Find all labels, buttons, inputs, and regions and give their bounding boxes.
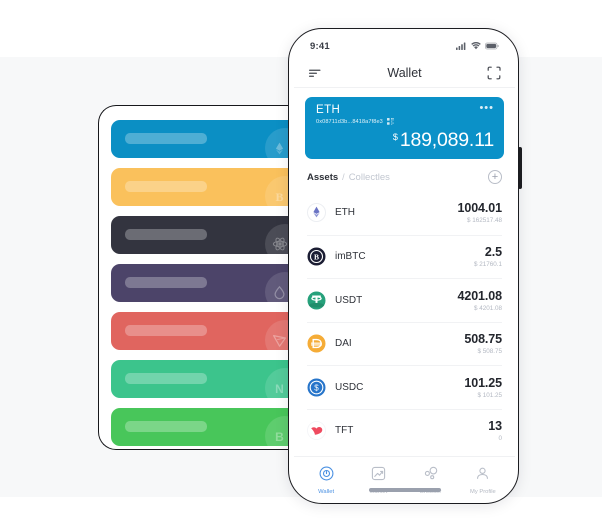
balance-symbol: ETH	[316, 104, 341, 116]
qr-copy-icon[interactable]	[386, 118, 394, 125]
balance-more-button[interactable]: •••	[479, 103, 494, 114]
tft-icon	[307, 421, 326, 441]
asset-name: USDC	[335, 381, 364, 393]
status-bar: 9:41	[294, 34, 515, 58]
balance-address-row[interactable]: 0x08711d3b...8418a7f8e3	[316, 118, 494, 125]
card-stack-list: BNBL	[111, 120, 296, 449]
asset-row[interactable]: DAI 508.75 $ 508.75	[307, 321, 502, 366]
scan-icon[interactable]	[487, 66, 501, 80]
status-time: 9:41	[310, 40, 330, 52]
assets-tab-bar: Assets / Collectles +	[294, 159, 515, 191]
profile-icon	[475, 466, 490, 486]
asset-row[interactable]: TFT 13 0	[307, 408, 502, 453]
asset-values: 101.25 $ 101.25	[464, 376, 502, 399]
asset-values: 4201.08 $ 4201.08	[458, 289, 503, 312]
svg-text:N: N	[275, 382, 284, 396]
skeleton-bar	[125, 421, 207, 432]
asset-amount: 1004.01	[457, 201, 503, 216]
asset-row[interactable]: USDT 4201.08 $ 4201.08	[307, 278, 502, 322]
skeleton-bar	[125, 373, 207, 384]
asset-values: 508.75 $ 508.75	[464, 332, 502, 355]
dai-icon	[307, 334, 326, 353]
skeleton-bar	[125, 325, 207, 336]
asset-row[interactable]: BimBTC 2.5 $ 21760.1	[307, 234, 502, 279]
tab-collectibles[interactable]: Collectles	[349, 172, 390, 183]
tab-assets[interactable]: Assets	[307, 172, 338, 183]
usdt-icon	[307, 291, 326, 310]
asset-amount: 4201.08	[457, 288, 503, 303]
imbtc-icon: B	[307, 247, 326, 266]
skeleton-card[interactable]	[111, 216, 296, 254]
balance-currency-symbol: $	[392, 132, 398, 142]
skeleton-bar	[125, 229, 207, 240]
skeleton-card[interactable]	[111, 120, 296, 158]
screenshot-stage: BNBL 9:41	[0, 0, 602, 532]
nav-item-my-profile[interactable]: My Profile	[457, 466, 509, 495]
skeleton-card[interactable]	[111, 264, 296, 302]
asset-fiat-value: $ 162517.48	[466, 217, 502, 225]
asset-values: 2.5 $ 21760.1	[474, 245, 502, 268]
svg-text:$: $	[314, 383, 319, 392]
balance-amount-row: $ 189,089.11	[393, 129, 494, 152]
svg-text:B: B	[275, 430, 284, 444]
card-stack-panel: BNBL	[98, 105, 296, 450]
asset-fiat-value: $ 21760.1	[473, 261, 502, 269]
wifi-icon	[471, 42, 481, 50]
asset-name: ETH	[335, 207, 355, 219]
browser-icon	[423, 466, 438, 486]
skeleton-card[interactable]	[111, 312, 296, 350]
page-title: Wallet	[387, 65, 422, 80]
nav-item-wallet[interactable]: Wallet	[300, 466, 352, 495]
usdc-icon: $	[307, 378, 326, 397]
phone-side-button[interactable]	[517, 147, 522, 189]
asset-list: ETH 1004.01 $ 162517.48 BimBTC 2.5 $ 21760.1 U…	[294, 191, 515, 456]
wallet-address: 0x08711d3b...8418a7f8e3	[316, 118, 383, 125]
phone-screen: 9:41 Wallet ETH 0x08711d3b...8418a7f8e3 …	[294, 34, 515, 500]
asset-row[interactable]: ETH 1004.01 $ 162517.48	[307, 191, 502, 235]
balance-amount: 189,089.11	[399, 129, 494, 151]
signal-icon	[456, 42, 466, 50]
asset-name: imBTC	[335, 251, 366, 263]
asset-amount: 2.5	[484, 245, 502, 260]
asset-fiat-value: $ 101.25	[477, 391, 502, 399]
asset-amount: 508.75	[464, 332, 502, 347]
asset-name: DAI	[335, 338, 352, 350]
svg-text:B: B	[314, 253, 319, 262]
wallet-icon	[319, 466, 334, 486]
skeleton-bar	[125, 181, 207, 192]
market-icon	[371, 466, 386, 486]
nav-label: Wallet	[318, 489, 335, 495]
status-icons	[456, 42, 499, 50]
asset-values: 1004.01 $ 162517.48	[458, 201, 503, 224]
nav-label: My Profile	[469, 489, 496, 495]
skeleton-card[interactable]: B	[111, 168, 296, 206]
asset-values: 13 0	[488, 419, 502, 442]
app-header: Wallet	[294, 58, 515, 88]
skeleton-bar	[125, 277, 207, 288]
asset-name: USDT	[335, 294, 363, 306]
bottom-nav: Wallet Market Browser My Profile	[294, 456, 515, 500]
balance-card[interactable]: ETH 0x08711d3b...8418a7f8e3 ••• $ 189,08…	[305, 97, 504, 159]
skeleton-bar	[125, 133, 207, 144]
asset-fiat-value: $ 4201.08	[473, 304, 502, 312]
asset-fiat-value: 0	[498, 435, 502, 443]
add-token-button[interactable]: +	[488, 170, 502, 184]
asset-name: TFT	[335, 425, 354, 437]
skeleton-card[interactable]: B	[111, 408, 296, 446]
asset-row[interactable]: $ USDC 101.25 $ 101.25	[307, 365, 502, 409]
eth-icon	[307, 203, 326, 223]
asset-amount: 101.25	[464, 375, 502, 390]
battery-icon	[485, 42, 499, 50]
home-indicator	[368, 488, 441, 492]
skeleton-card[interactable]: N	[111, 360, 296, 398]
tab-separator: /	[342, 172, 345, 182]
phone-mockup: 9:41 Wallet ETH 0x08711d3b...8418a7f8e3 …	[288, 28, 522, 504]
asset-fiat-value: $ 508.75	[477, 348, 502, 356]
svg-text:B: B	[275, 190, 283, 204]
menu-icon[interactable]	[308, 66, 322, 80]
asset-amount: 13	[488, 419, 502, 434]
